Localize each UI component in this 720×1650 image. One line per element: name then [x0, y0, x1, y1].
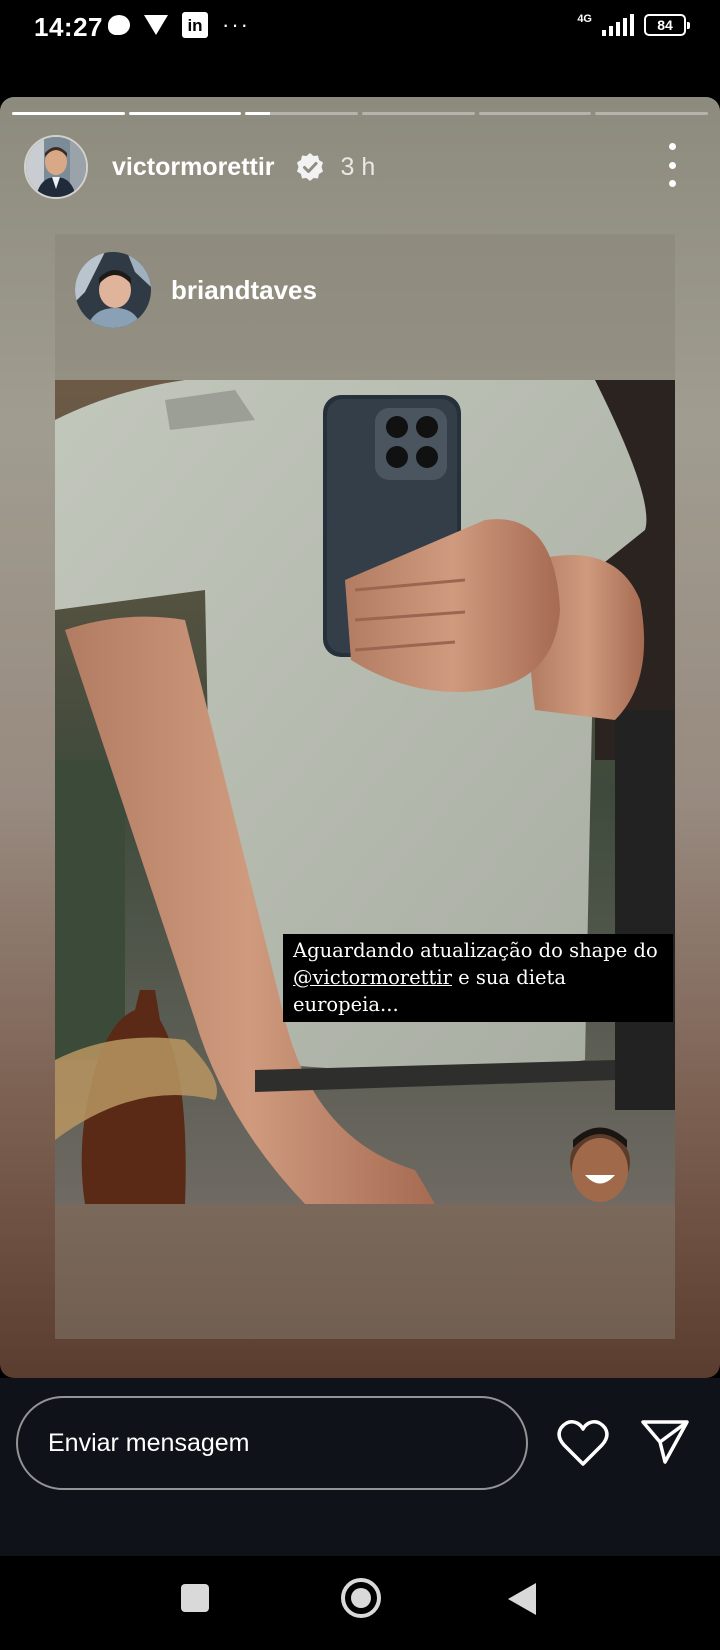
- caption-mention[interactable]: @victormorettir: [293, 966, 452, 989]
- story-progress-segment: [595, 112, 709, 115]
- mirror-selfie-photo: Aguardando atualização do shape do @vict…: [55, 380, 675, 1204]
- story-progress-segment: [245, 112, 359, 115]
- story-time: 3 h: [340, 152, 376, 181]
- story-progress-fill: [128, 112, 242, 115]
- caption-box: Aguardando atualização do shape do @vict…: [283, 934, 673, 1022]
- heart-icon[interactable]: [556, 1418, 610, 1468]
- linkedin-icon: in: [182, 12, 208, 38]
- story-progress-segment: [128, 112, 242, 115]
- reshared-post[interactable]: briandtaves Aguardando atualização do sh…: [55, 234, 675, 1339]
- network-type: 4G: [577, 13, 592, 25]
- home-icon[interactable]: [341, 1578, 381, 1618]
- avatar[interactable]: [24, 135, 88, 199]
- story-progress-segment: [12, 112, 125, 115]
- back-icon[interactable]: [508, 1583, 536, 1615]
- system-icons: 4G 84: [577, 13, 690, 36]
- story-username[interactable]: victormorettir: [112, 153, 275, 182]
- story-progress-bar: [12, 112, 709, 115]
- story-header: victormorettir 3 h: [24, 135, 696, 199]
- more-options-icon[interactable]: [666, 143, 678, 187]
- message-input[interactable]: Enviar mensagem: [16, 1396, 528, 1490]
- repost-header: briandtaves: [75, 252, 317, 328]
- more-dots-icon: ···: [222, 12, 250, 37]
- story-progress-fill: [245, 112, 271, 115]
- story-progress-segment: [362, 112, 475, 115]
- verified-badge-icon: [296, 153, 323, 181]
- story-progress-segment: [478, 112, 592, 115]
- recents-icon[interactable]: [181, 1584, 209, 1612]
- repost-username[interactable]: briandtaves: [171, 275, 317, 306]
- status-bar: 14:27 in ··· 4G 84: [0, 0, 720, 56]
- notification-icons: in ···: [108, 12, 250, 38]
- triangle-icon: [144, 15, 168, 35]
- repost-avatar[interactable]: [75, 252, 151, 328]
- caption-line-1: Aguardando atualização do shape do: [293, 939, 658, 962]
- message-bar: Enviar mensagem: [0, 1378, 720, 1556]
- navigation-bar: [0, 1556, 720, 1650]
- send-icon[interactable]: [640, 1418, 690, 1466]
- message-placeholder: Enviar mensagem: [48, 1428, 250, 1457]
- status-time: 14:27: [34, 12, 103, 42]
- story-card[interactable]: victormorettir 3 h briandtaves Aguardand…: [0, 97, 720, 1378]
- signal-icon: [602, 14, 634, 36]
- story-progress-fill: [12, 112, 125, 115]
- battery-icon: 84: [644, 14, 690, 36]
- chat-bubble-icon: [108, 15, 130, 35]
